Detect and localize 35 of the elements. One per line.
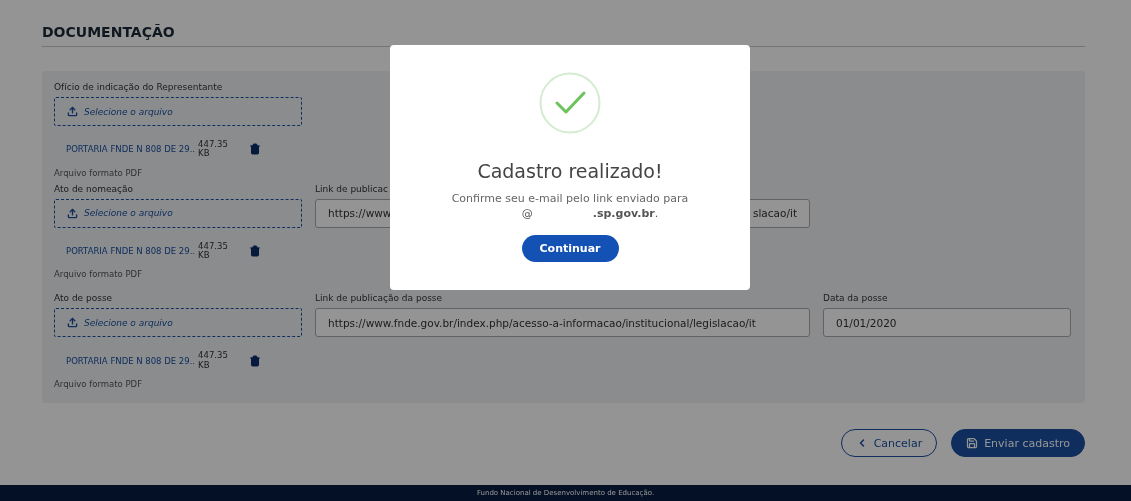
field-label: Link de publicação da posse	[315, 293, 444, 304]
field-label: Ato de nomeação	[54, 183, 134, 194]
field-label: Link de publicac	[315, 183, 389, 194]
upload-icon	[67, 207, 78, 219]
file-size: 447.35 KB	[198, 140, 228, 159]
continue-button[interactable]: Continuar	[521, 235, 619, 262]
link-input[interactable]: https://www.fnde.gov.br/index.php/acesso-a-informacao/institucional/legislacao/it	[315, 308, 810, 338]
trash-icon[interactable]	[248, 245, 261, 258]
trash-icon[interactable]	[248, 143, 261, 156]
email-text: @	[521, 207, 533, 220]
field-label: Data da posse	[823, 293, 889, 304]
file-name[interactable]: PORTARIA FNDE N 808 DE 29..	[66, 246, 196, 257]
check-circle-icon	[539, 72, 601, 134]
file-name[interactable]: PORTARIA FNDE N 808 DE 29..	[66, 144, 196, 155]
file-size: 447.35 KB	[198, 351, 228, 371]
cancel-button[interactable]: Cancelar	[840, 429, 938, 458]
format-note: Arquivo formato PDF	[54, 269, 144, 280]
upload-icon	[67, 106, 78, 117]
email-text: .sp.gov.br.	[592, 207, 659, 220]
trash-icon[interactable]	[248, 354, 261, 367]
save-icon	[966, 437, 979, 450]
format-note: Arquivo formato PDF	[54, 167, 144, 178]
submit-button[interactable]: Enviar cadastro	[951, 429, 1085, 458]
field-label: Ofício de indicação do Representante	[54, 82, 224, 92]
format-note: Arquivo formato PDF	[54, 379, 144, 390]
file-name[interactable]: PORTARIA FNDE N 808 DE 29..	[66, 355, 196, 366]
file-size: 447.35 KB	[198, 241, 228, 261]
dialog-title: Cadastro realizado!	[477, 160, 663, 182]
field-label: Ato de posse	[54, 293, 114, 304]
date-input[interactable]: 01/01/2020	[823, 308, 1071, 338]
upload-icon	[67, 317, 78, 329]
dialog-message: Confirme seu e-mail pelo link enviado para	[451, 192, 689, 205]
file-upload-field[interactable]: Selecione o arquivo	[54, 198, 302, 228]
file-upload-field[interactable]: Selecione o arquivo	[54, 97, 302, 126]
file-upload-field[interactable]: Selecione o arquivo	[54, 308, 302, 338]
